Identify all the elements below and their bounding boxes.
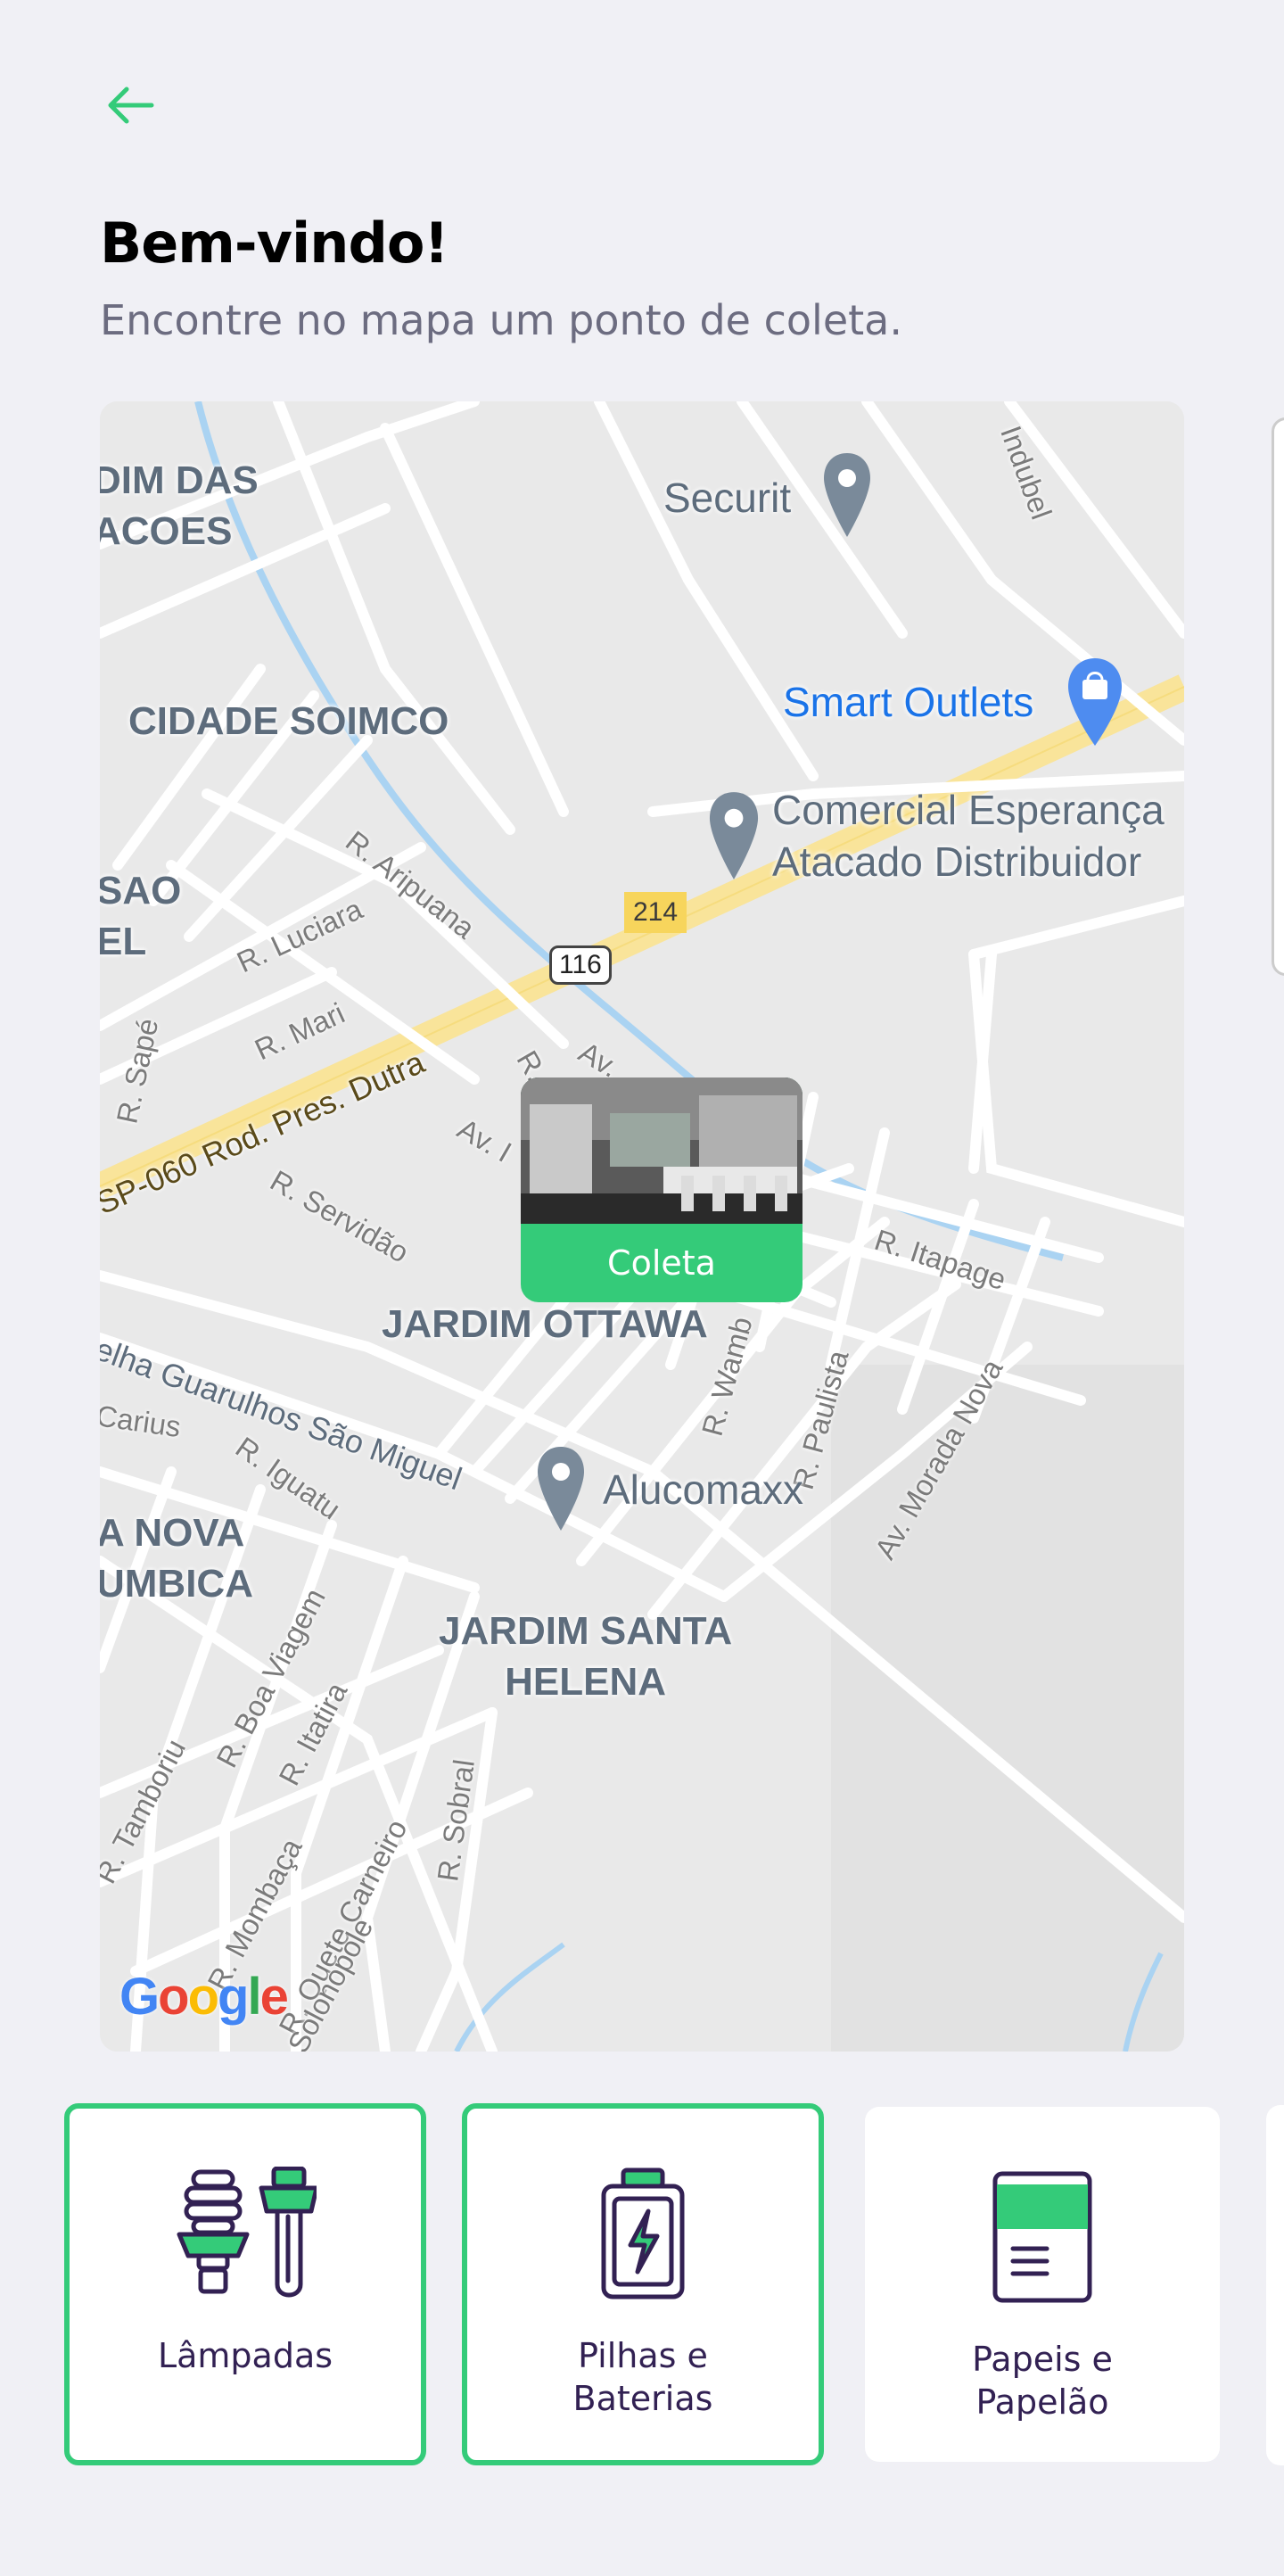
items-list[interactable]: Lâmpadas Pilhas e Baterias Papeis e Pape… <box>64 2103 1284 2474</box>
page-subtitle: Encontre no mapa um ponto de coleta. <box>100 296 902 344</box>
shopping-bag-pin-icon[interactable] <box>1065 656 1125 749</box>
side-panel-peek <box>1272 417 1284 976</box>
item-label: Lâmpadas <box>157 2336 333 2375</box>
map-area-label: DIM DAS ACOES <box>100 458 259 554</box>
battery-icon <box>601 2167 685 2299</box>
poi-label[interactable]: Securit <box>663 473 791 524</box>
route-shield: 116 <box>549 945 612 985</box>
map-area-label: JARDIM SANTA HELENA <box>439 1609 733 1705</box>
poi-label[interactable]: Alucomaxx <box>603 1465 803 1516</box>
arrow-left-icon <box>108 87 154 124</box>
poi-label[interactable]: Smart Outlets <box>783 678 1033 726</box>
item-label: Papeis e Papelão <box>972 2340 1113 2422</box>
route-shield: 214 <box>624 892 687 933</box>
map-area-label: SAO EL <box>100 869 182 964</box>
lamp-icon <box>177 2167 317 2298</box>
map-area-label: JARDIM OTTAWA <box>382 1302 708 1346</box>
map-pin-icon[interactable] <box>531 1445 590 1534</box>
poi-label[interactable]: Comercial Esperança Atacado Distribuidor <box>772 785 1165 888</box>
next-item-peek <box>1266 2105 1284 2465</box>
map-area-label: CIDADE SOIMCO <box>128 699 449 743</box>
google-logo: Google <box>119 1968 289 2026</box>
map-pin-icon[interactable] <box>820 451 874 541</box>
item-pilhas-baterias[interactable]: Pilhas e Baterias <box>462 2103 824 2465</box>
collection-point-label: Coleta <box>607 1243 716 1283</box>
page-title: Bem-vindo! <box>100 211 449 276</box>
item-papeis-papelao[interactable]: Papeis e Papelão <box>865 2107 1220 2462</box>
map-area-label: A NOVA UMBICA <box>100 1511 253 1606</box>
collection-point-photo <box>521 1077 802 1224</box>
back-button[interactable] <box>100 78 160 132</box>
collection-point-marker[interactable]: Coleta <box>521 1077 802 1302</box>
item-label: Pilhas e Baterias <box>572 2336 713 2418</box>
map-pin-icon[interactable] <box>703 790 765 883</box>
map-view[interactable]: DIM DAS ACOES CIDADE SOIMCO SAO EL JARDI… <box>100 401 1184 2052</box>
paper-icon <box>992 2171 1092 2303</box>
item-lampadas[interactable]: Lâmpadas <box>64 2103 426 2465</box>
